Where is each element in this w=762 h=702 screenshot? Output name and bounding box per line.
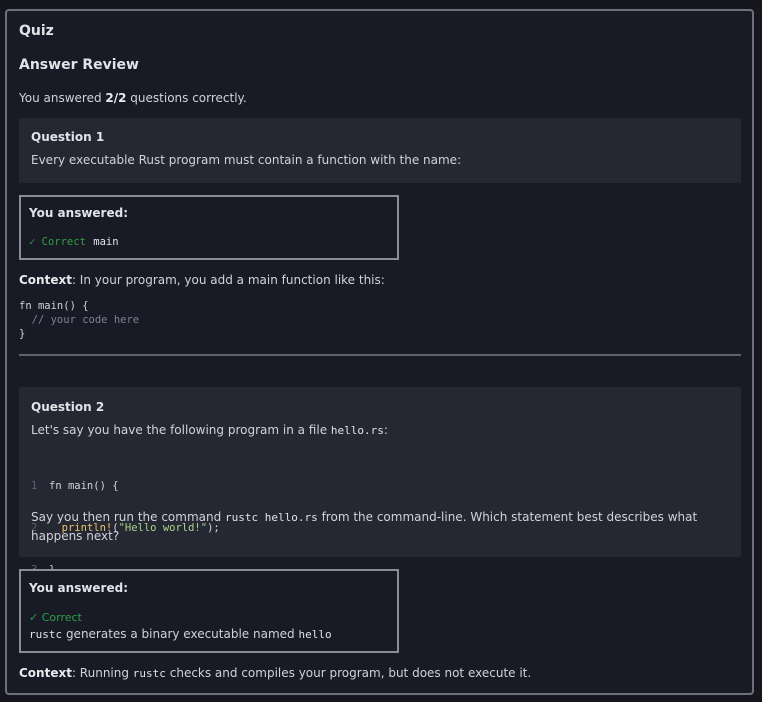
answer-value: rustc generates a binary executable name… [29,627,332,641]
q2-filename: hello.rs [330,424,384,437]
context-label: Context [19,273,72,287]
question-1-code-block: fn main() { // your code here} [19,299,139,341]
answer-review-heading: Answer Review [19,57,139,73]
score-value: 2/2 [105,91,127,105]
answer-command: rustc [29,628,63,641]
context-label: Context [19,666,72,680]
context-prefix: : Running [71,666,133,680]
code-line-1: 1 fn main() { [31,479,220,493]
question-2-title: Question 2 [31,400,105,414]
answer-label: You answered: [29,581,129,595]
command-text: rustc hello.rs [225,511,318,524]
context-text: : In your program, you add a main functi… [71,273,385,287]
q2-text-suffix: : [383,423,388,437]
answer-value: main [93,236,119,248]
code-line-2: // your code here [19,314,140,326]
summary-prefix: You answered [19,91,106,105]
context-suffix: checks and compiles your program, but do… [165,666,532,680]
score-summary: You answered 2/2 questions correctly. [19,91,247,105]
code-line-3: } [19,328,26,340]
code-line-1: fn main() { [19,300,89,312]
answer-mid-text: generates a binary executable named [62,627,299,641]
code-text: fn main() { [49,480,119,492]
correct-status: ✓ Correct [29,611,82,624]
answer-binary-name: hello [298,628,332,641]
question-1-title: Question 1 [31,130,105,144]
quiz-heading: Quiz [19,23,54,39]
context-command: rustc [132,667,166,680]
followup-prefix: Say you then run the command [31,510,226,524]
question-1-answer-box: You answered: ✓ Correct main [19,195,399,260]
section-divider [19,354,741,356]
question-2-answer-box: You answered: ✓ Correct rustc generates … [19,569,399,653]
question-1-context: Context: In your program, you add a main… [19,273,385,287]
line-number: 1 [31,480,38,492]
answer-label: You answered: [29,206,129,220]
question-2-card: Question 2 Let's say you have the follow… [19,387,741,576]
answer-row: ✓ Correct main [29,236,119,248]
q2-text-prefix: Let's say you have the following program… [31,423,331,437]
question-2-text: Let's say you have the following program… [31,421,388,440]
question-1-card: Question 1 Every executable Rust program… [19,118,741,183]
correct-status: ✓ Correct [29,236,86,248]
question-2-context: Context: Running rustc checks and compil… [19,666,531,680]
quiz-panel: Quiz Answer Review You answered 2/2 ques… [5,9,754,695]
summary-suffix: questions correctly. [126,91,247,105]
question-2-followup: Say you then run the command rustc hello… [31,508,721,546]
question-1-text: Every executable Rust program must conta… [31,153,462,167]
